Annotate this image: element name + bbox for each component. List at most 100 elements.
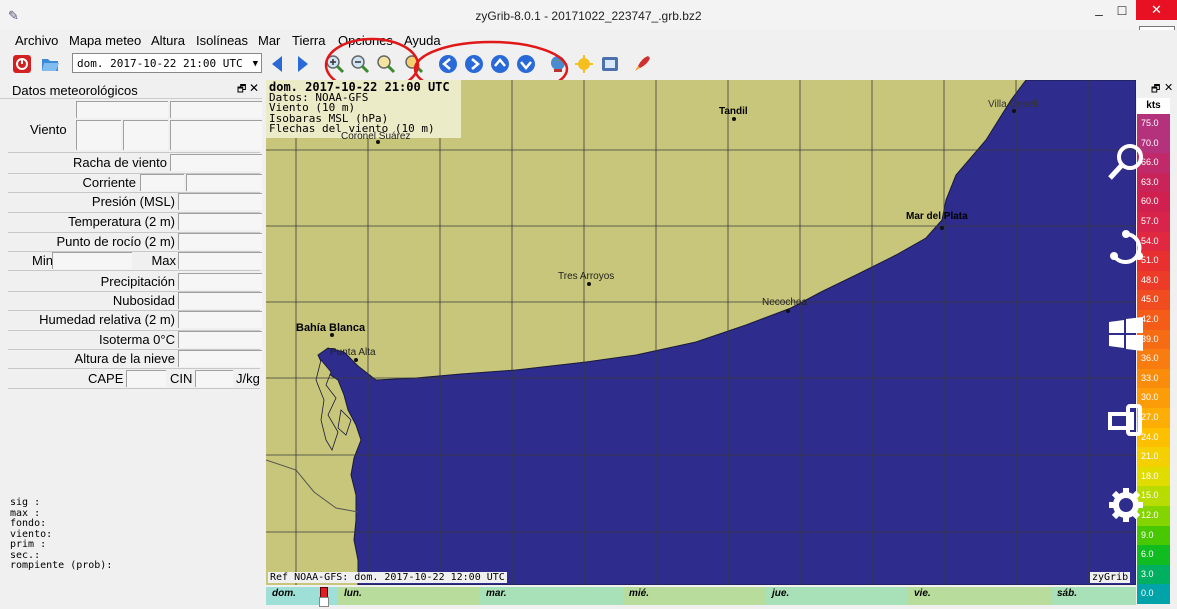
menu-mar[interactable]: Mar <box>258 33 280 48</box>
timeline-day[interactable]: mié. <box>623 587 766 605</box>
menu-mapa-meteo[interactable]: Mapa meteo <box>69 33 141 48</box>
field-temperatura <box>178 213 262 230</box>
field-viento-1 <box>76 120 121 150</box>
scale-cell: 0.0 <box>1137 584 1170 604</box>
scale-unit: kts <box>1137 98 1170 114</box>
label-min: Min <box>32 253 53 268</box>
label-max: Max <box>151 253 176 268</box>
field-precipitacion <box>178 273 262 290</box>
watermark: zyGrib <box>1090 572 1131 583</box>
timeline[interactable]: dom. lun. mar. mié. jue. vie. sáb. <box>266 587 1136 607</box>
label-presion: Presión (MSL) <box>91 194 175 209</box>
field-isoterma <box>178 331 262 348</box>
chevron-down-icon: ▼ <box>252 59 258 69</box>
timeline-day[interactable]: sáb. <box>1051 587 1136 605</box>
panel-title: Datos meteorológicos <box>12 83 138 98</box>
label-jkg: J/kg <box>236 371 260 386</box>
start-charm-icon[interactable] <box>1106 314 1146 354</box>
timeline-day[interactable]: lun. <box>338 587 480 605</box>
label-cape: CAPE <box>88 371 124 386</box>
settings-charm-icon[interactable] <box>1106 485 1146 525</box>
menu-isolineas[interactable]: Isolíneas <box>196 33 248 48</box>
timeline-day[interactable]: mar. <box>480 587 623 605</box>
city-coronel-suarez: Coronel Suárez <box>341 131 411 142</box>
maximize-button[interactable]: ☐ <box>1112 4 1132 18</box>
separator <box>8 270 260 271</box>
city-dot-mar-del-plata <box>940 226 944 230</box>
wave-prim: prim : <box>10 539 47 550</box>
field-max <box>178 252 262 269</box>
title-bar: ✎ zyGrib-8.0.1 - 20171022_223747_.grb.bz… <box>0 0 1177 30</box>
menu-archivo[interactable]: Archivo <box>15 33 58 48</box>
label-isoterma: Isoterma 0°C <box>98 332 175 347</box>
label-rocio: Punto de rocío (2 m) <box>56 234 176 249</box>
city-necochea: Necochea <box>762 297 808 308</box>
map-canvas[interactable]: Tandil Villa Gesell Mar del Plata Tres A… <box>266 80 1136 585</box>
label-nubosidad: Nubosidad <box>112 293 175 308</box>
city-bahia-blanca: Bahía Blanca <box>296 322 366 334</box>
label-nieve: Altura de la nieve <box>74 351 175 366</box>
timeline-day[interactable]: jue. <box>766 587 908 605</box>
separator <box>8 388 260 389</box>
field-viento-2 <box>123 120 168 150</box>
close-panel-icon[interactable]: ✕ <box>249 81 259 95</box>
search-charm-icon[interactable] <box>1106 142 1146 182</box>
timeline-handle[interactable] <box>319 597 329 607</box>
field-min <box>52 252 132 269</box>
close-button[interactable]: ✕ <box>1136 0 1177 20</box>
date-select[interactable]: dom. 2017-10-22 21:00 UTC ▼ <box>72 53 262 73</box>
date-select-value: dom. 2017-10-22 21:00 UTC <box>77 57 243 70</box>
city-punta-alta: Punta Alta <box>330 347 376 358</box>
panel-header: Datos meteorológicos 🗗 ✕ <box>0 80 262 99</box>
field-rocio <box>178 233 262 250</box>
wave-fondo: fondo: <box>10 518 47 529</box>
scale-cell: 45.0 <box>1137 290 1170 310</box>
label-humedad: Humedad relativa (2 m) <box>39 312 175 327</box>
label-viento: Viento <box>30 122 67 137</box>
timeline-day[interactable]: vie. <box>908 587 1051 605</box>
field-viento-3 <box>170 120 262 150</box>
menu-tierra[interactable]: Tierra <box>292 33 325 48</box>
label-racha: Racha de viento <box>73 155 167 170</box>
menu-ayuda[interactable]: Ayuda <box>404 33 441 48</box>
float-scale-icon[interactable]: 🗗 <box>1151 82 1160 99</box>
field-corriente-1 <box>140 174 184 191</box>
close-scale-icon[interactable]: ✕ <box>1164 81 1173 94</box>
minimize-button[interactable]: – <box>1089 6 1109 22</box>
float-panel-icon[interactable]: 🗗 <box>237 82 246 99</box>
scale-cell: 3.0 <box>1137 564 1170 585</box>
reference-label: Ref NOAA-GFS: dom. 2017-10-22 12:00 UTC <box>268 572 507 583</box>
menu-bar: Archivo Mapa meteo Altura Isolíneas Mar … <box>0 30 1177 50</box>
scale-cell: 75.0 <box>1137 114 1170 134</box>
field-top-1 <box>76 101 168 118</box>
city-dot-necochea <box>786 309 790 313</box>
scale-cell: 21.0 <box>1137 447 1170 467</box>
field-corriente-2 <box>186 174 262 191</box>
label-corriente: Corriente <box>82 175 136 190</box>
label-cin: CIN <box>170 371 193 386</box>
share-charm-icon[interactable] <box>1106 228 1146 268</box>
city-dot-tandil <box>732 117 736 121</box>
wave-rompiente: rompiente (prob): <box>10 560 113 571</box>
city-dot-tres-arroyos <box>587 282 591 286</box>
label-precipitacion: Precipitación <box>100 274 175 289</box>
field-nieve <box>178 350 262 367</box>
scale-cell: 18.0 <box>1137 466 1170 487</box>
separator <box>8 152 260 153</box>
field-humedad <box>178 311 262 328</box>
city-tandil: Tandil <box>719 106 748 117</box>
scale-cell: 9.0 <box>1137 525 1170 546</box>
separator <box>8 368 260 369</box>
wave-info: sig : max : fondo: viento: prim : sec.: … <box>10 497 113 572</box>
scale-cell: 48.0 <box>1137 270 1170 291</box>
city-tres-arroyos: Tres Arroyos <box>558 271 615 282</box>
scale-cell: 33.0 <box>1137 368 1170 389</box>
map-info-box: dom. 2017-10-22 21:00 UTC Datos: NOAA-GF… <box>266 80 461 138</box>
devices-charm-icon[interactable] <box>1106 400 1146 440</box>
city-dot-punta-alta <box>354 358 358 362</box>
city-villa-gesell: Villa Gesell <box>988 99 1038 110</box>
data-panel: Datos meteorológicos 🗗 ✕ Viento Racha de… <box>0 80 262 609</box>
menu-altura[interactable]: Altura <box>151 33 185 48</box>
field-cape <box>126 370 166 387</box>
city-mar-del-plata: Mar del Plata <box>906 211 968 222</box>
